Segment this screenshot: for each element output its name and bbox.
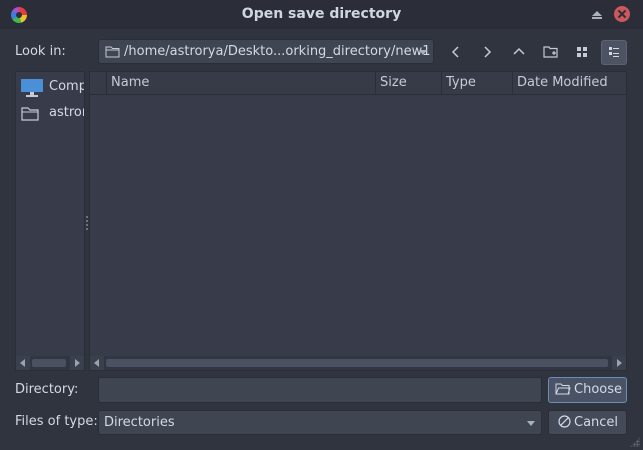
- chevron-right-icon: [484, 46, 492, 58]
- column-header-type[interactable]: Type: [441, 72, 513, 94]
- scroll-left-button[interactable]: [90, 356, 104, 370]
- new-folder-button[interactable]: [539, 40, 563, 64]
- detail-list-icon: [609, 47, 619, 57]
- folder-icon: [20, 104, 40, 126]
- open-folder-icon: [555, 383, 571, 395]
- back-button[interactable]: [444, 40, 468, 64]
- look-in-label: Look in:: [15, 44, 66, 59]
- column-header-name[interactable]: Name: [106, 72, 376, 94]
- current-path: /home/astrorya/Deskto...orking_directory…: [124, 44, 431, 59]
- sidebar-item-home[interactable]: astrorya: [16, 100, 84, 126]
- grid-icon: [577, 47, 587, 57]
- column-header-size[interactable]: Size: [375, 72, 442, 94]
- folder-icon: [105, 45, 120, 62]
- files-of-type-label: Files of type:: [15, 414, 98, 429]
- detail-view-button[interactable]: [601, 40, 627, 65]
- parent-directory-button[interactable]: [507, 40, 531, 64]
- chevron-down-icon: [527, 421, 535, 426]
- maximize-icon[interactable]: [591, 8, 603, 20]
- files-of-type-combo[interactable]: Directories: [98, 410, 542, 435]
- cancel-button[interactable]: Cancel: [548, 410, 627, 435]
- splitter-handle[interactable]: [86, 216, 88, 230]
- chevron-up-icon: [513, 47, 525, 55]
- file-list[interactable]: Name Size Type Date Modified: [89, 71, 627, 371]
- window-title: Open save directory: [241, 6, 402, 22]
- file-list-scrollbar[interactable]: [90, 356, 626, 370]
- cancel-button-label: Cancel: [574, 415, 619, 430]
- sidebar-item-label: Computer: [49, 79, 84, 94]
- computer-icon: [20, 78, 44, 102]
- scroll-thumb[interactable]: [106, 359, 608, 367]
- choose-button-label: Choose: [574, 382, 622, 397]
- directory-input[interactable]: [98, 377, 542, 403]
- chevron-down-icon: [419, 50, 427, 55]
- scroll-right-button[interactable]: [612, 356, 626, 370]
- resize-grip[interactable]: [630, 437, 640, 447]
- cancel-icon: [558, 415, 571, 428]
- file-list-header: Name Size Type Date Modified: [90, 72, 626, 95]
- sidebar-item-computer[interactable]: Computer: [16, 74, 84, 100]
- list-view-button[interactable]: [570, 40, 594, 64]
- chevron-left-icon: [451, 46, 459, 58]
- column-header-date-modified[interactable]: Date Modified: [512, 72, 626, 94]
- choose-button[interactable]: Choose: [548, 377, 627, 403]
- scroll-left-button[interactable]: [16, 356, 30, 370]
- look-in-combo[interactable]: /home/astrorya/Deskto...orking_directory…: [98, 39, 434, 64]
- files-of-type-value: Directories: [104, 415, 175, 430]
- new-folder-icon: [543, 46, 558, 58]
- sidebar-item-label: astrorya: [49, 105, 84, 120]
- places-sidebar: Computer astrorya: [15, 71, 85, 371]
- close-window-button[interactable]: [614, 6, 630, 22]
- directory-label: Directory:: [15, 382, 79, 397]
- scroll-thumb[interactable]: [32, 359, 66, 367]
- title-bar: Open save directory: [0, 0, 643, 29]
- forward-button[interactable]: [475, 40, 499, 64]
- sidebar-scrollbar[interactable]: [16, 356, 84, 370]
- scroll-right-button[interactable]: [70, 356, 84, 370]
